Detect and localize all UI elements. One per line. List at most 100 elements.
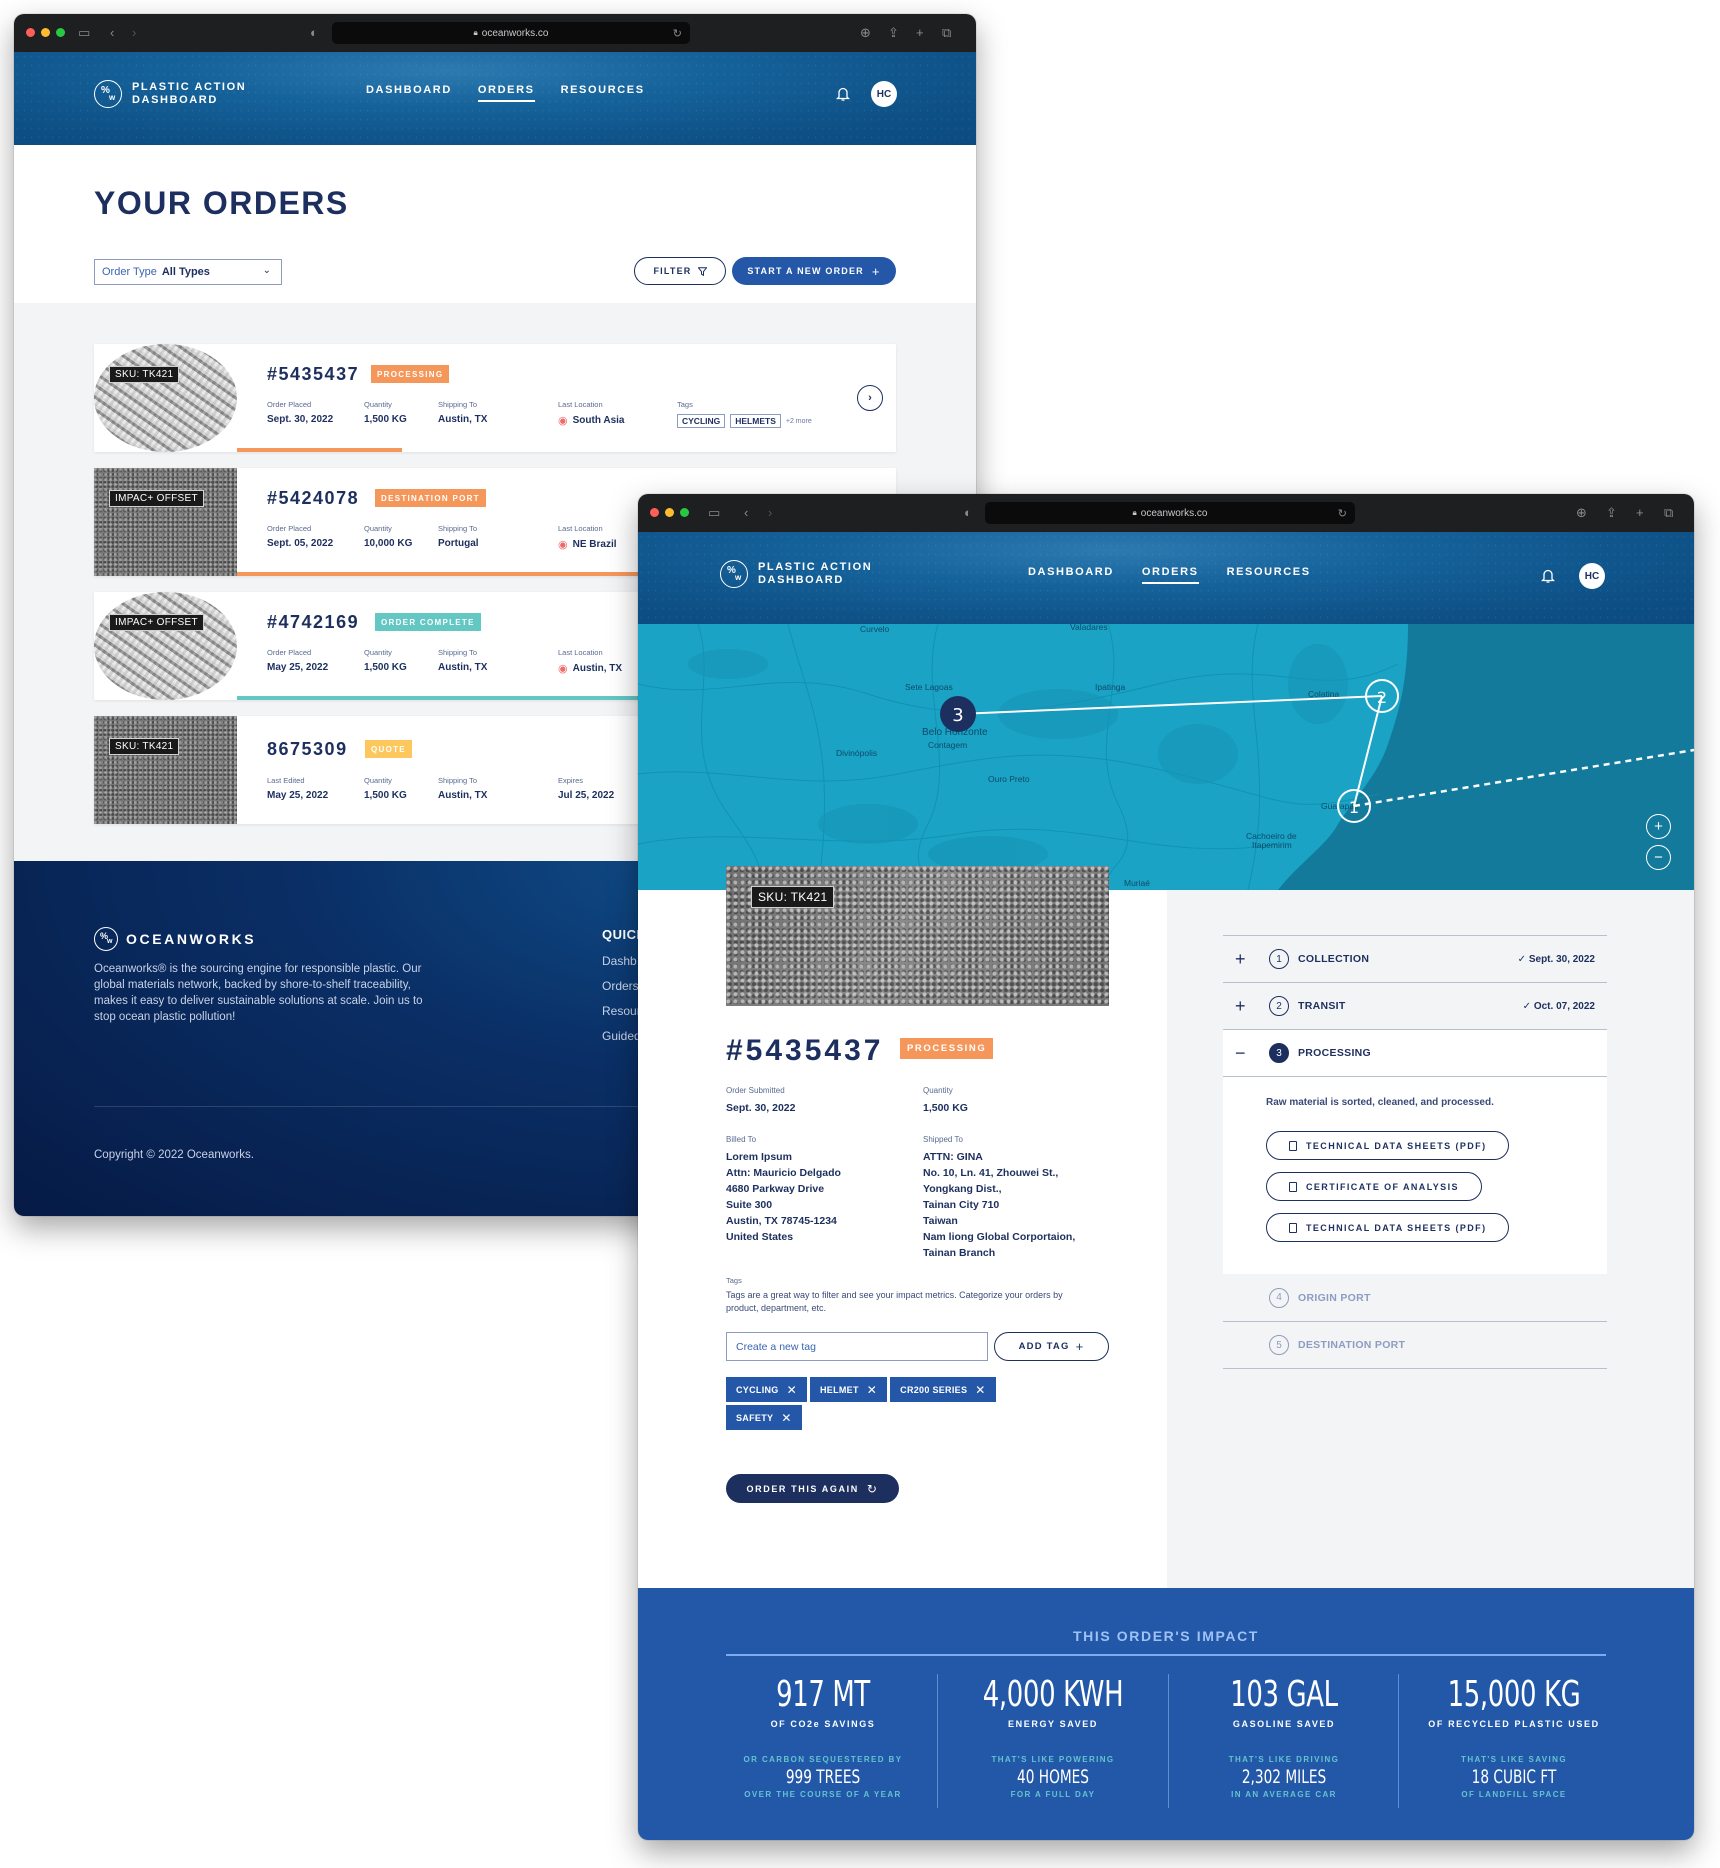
filter-button[interactable]: FILTER bbox=[634, 257, 726, 285]
maximize-window-button[interactable] bbox=[680, 508, 689, 517]
tabs-overview-icon[interactable]: ⧉ bbox=[1664, 504, 1673, 522]
add-tag-button[interactable]: ADD TAG + bbox=[994, 1332, 1109, 1361]
place-curvelo: Curvelo bbox=[860, 624, 890, 634]
tabs-overview-icon[interactable]: ⧉ bbox=[942, 24, 951, 42]
order-placed-field: Order Placed Sept. 05, 2022 bbox=[267, 524, 334, 549]
address-bar[interactable]: 🔒︎ oceanworks.co ↻ bbox=[332, 22, 690, 44]
start-new-order-button[interactable]: START A NEW ORDER + bbox=[732, 257, 896, 285]
more-tags-link[interactable]: +2 more bbox=[786, 418, 812, 425]
bell-icon[interactable] bbox=[1541, 568, 1555, 584]
remove-tag-icon[interactable]: ✕ bbox=[787, 1383, 797, 1397]
order-number[interactable]: #4742169 bbox=[267, 612, 359, 633]
back-icon[interactable]: ‹ bbox=[744, 504, 748, 522]
tag-chip: HELMET ✕ bbox=[809, 1377, 888, 1402]
avatar[interactable]: HC bbox=[871, 81, 897, 107]
expand-icon[interactable]: + bbox=[1235, 949, 1246, 970]
maximize-window-button[interactable] bbox=[56, 28, 65, 37]
last-location-field: Last Location ◉ South Asia bbox=[558, 400, 625, 427]
nav-dashboard[interactable]: DASHBOARD bbox=[1028, 566, 1114, 584]
last-location-field: Last Location ◉ Austin, TX bbox=[558, 648, 623, 675]
address-bar[interactable]: 🔒︎ oceanworks.co ↻ bbox=[985, 502, 1355, 524]
map-zoom-out-button[interactable]: − bbox=[1646, 845, 1671, 870]
shipment-route-map[interactable]: Curvelo Valadares Sete Lagoas Ipatinga C… bbox=[638, 624, 1694, 890]
new-tab-icon[interactable]: + bbox=[1636, 504, 1644, 522]
nav-resources[interactable]: RESOURCES bbox=[561, 84, 645, 102]
order-again-button[interactable]: ORDER THIS AGAIN ↻ bbox=[726, 1474, 899, 1503]
tag[interactable]: CYCLING bbox=[677, 414, 726, 428]
sidebar-toggle-icon[interactable]: ▭ bbox=[78, 24, 90, 42]
last-location-field: Last Location ◉ NE Brazil bbox=[558, 524, 617, 551]
impact-metric-plastic: 15,000 KG OF RECYCLED PLASTIC USED THAT'… bbox=[1428, 1674, 1600, 1799]
nav-orders[interactable]: ORDERS bbox=[477, 84, 535, 102]
reload-icon[interactable]: ↻ bbox=[1338, 507, 1347, 520]
site-header: % w PLASTIC ACTION DASHBOARD DASHBOARD OR… bbox=[14, 52, 976, 145]
status-badge: ORDER COMPLETE bbox=[375, 613, 481, 631]
order-impact-section: THIS ORDER'S IMPACT 917 MT OF CO2e SAVIN… bbox=[638, 1588, 1694, 1840]
remove-tag-icon[interactable]: ✕ bbox=[867, 1383, 877, 1397]
status-badge: PROCESSING bbox=[371, 365, 450, 383]
logo-mark-icon: % w bbox=[720, 560, 748, 588]
forward-icon[interactable]: › bbox=[768, 504, 772, 522]
download-icon[interactable]: ⊕ bbox=[860, 24, 871, 42]
order-number[interactable]: #5424078 bbox=[267, 488, 359, 509]
close-window-button[interactable] bbox=[650, 508, 659, 517]
bell-icon[interactable] bbox=[836, 86, 850, 102]
timeline-end-rule bbox=[1223, 1368, 1607, 1369]
download-icon[interactable]: ⊕ bbox=[1576, 504, 1587, 522]
nav-dashboard[interactable]: DASHBOARD bbox=[366, 84, 452, 102]
tag-chip: CR200 SERIES ✕ bbox=[890, 1377, 996, 1402]
timeline-step-transit[interactable]: + 2 TRANSIT ✓ Oct. 07, 2022 bbox=[1223, 982, 1607, 1029]
remove-tag-icon[interactable]: ✕ bbox=[975, 1383, 985, 1397]
logo[interactable]: % w PLASTIC ACTION DASHBOARD bbox=[94, 80, 246, 108]
check-icon: ✓ bbox=[1522, 1000, 1534, 1012]
reorder-icon: ↻ bbox=[866, 1481, 879, 1496]
expand-icon[interactable]: + bbox=[1235, 996, 1246, 1017]
avatar[interactable]: HC bbox=[1579, 563, 1605, 589]
share-icon[interactable]: ⇪ bbox=[1606, 504, 1617, 522]
privacy-shield-icon[interactable]: ◐ bbox=[310, 24, 318, 42]
filter-button-label: FILTER bbox=[653, 266, 692, 276]
remove-tag-icon[interactable]: ✕ bbox=[781, 1411, 791, 1425]
back-icon[interactable]: ‹ bbox=[110, 24, 114, 42]
forward-icon[interactable]: › bbox=[132, 24, 136, 42]
tag-list: CYCLING ✕ HELMET ✕ CR200 SERIES ✕ SAFETY ✕ bbox=[726, 1377, 1026, 1430]
tag[interactable]: HELMETS bbox=[730, 414, 781, 428]
status-badge: PROCESSING bbox=[900, 1038, 994, 1059]
step-name: COLLECTION bbox=[1298, 953, 1370, 965]
order-thumbnail: SKU: TK421 bbox=[94, 716, 237, 824]
certificate-of-analysis-button[interactable]: CERTIFICATE OF ANALYSIS bbox=[1266, 1172, 1482, 1201]
open-order-chevron-icon[interactable]: › bbox=[857, 385, 883, 411]
nav-resources[interactable]: RESOURCES bbox=[1227, 566, 1311, 584]
logo[interactable]: % w PLASTIC ACTION DASHBOARD bbox=[720, 560, 872, 588]
sidebar-toggle-icon[interactable]: ▭ bbox=[708, 504, 720, 522]
new-tab-icon[interactable]: + bbox=[916, 24, 924, 42]
technical-data-sheets-button[interactable]: TECHNICAL DATA SHEETS (PDF) bbox=[1266, 1131, 1510, 1160]
minimize-window-button[interactable] bbox=[41, 28, 50, 37]
timeline-step-origin-port: 4 ORIGIN PORT bbox=[1223, 1274, 1607, 1321]
minimize-window-button[interactable] bbox=[665, 508, 674, 517]
quantity-field: Quantity 1,500 KG bbox=[923, 1086, 968, 1114]
nav-orders[interactable]: ORDERS bbox=[1141, 566, 1199, 584]
new-tag-input[interactable] bbox=[726, 1332, 988, 1361]
footer-logo[interactable]: % w OCEANWORKS bbox=[94, 927, 256, 951]
close-window-button[interactable] bbox=[26, 28, 35, 37]
order-card[interactable]: SKU: TK421 #5435437 PROCESSING Order Pla… bbox=[94, 344, 896, 452]
order-number[interactable]: 8675309 bbox=[267, 739, 348, 760]
copyright: Copyright © 2022 Oceanworks. bbox=[94, 1149, 254, 1161]
reload-icon[interactable]: ↻ bbox=[673, 27, 682, 40]
timeline-step-processing[interactable]: − 3 PROCESSING bbox=[1223, 1029, 1607, 1076]
shipping-to-field: Shipping To Austin, TX bbox=[438, 648, 488, 673]
map-zoom-in-button[interactable]: + bbox=[1646, 814, 1671, 839]
timeline-step-collection[interactable]: + 1 COLLECTION ✓ Sept. 30, 2022 bbox=[1223, 935, 1607, 982]
collapse-icon[interactable]: − bbox=[1235, 1043, 1246, 1064]
share-icon[interactable]: ⇪ bbox=[888, 24, 899, 42]
order-type-select[interactable]: Order Type All Types ⌄ bbox=[94, 259, 282, 285]
technical-data-sheets-button[interactable]: TECHNICAL DATA SHEETS (PDF) bbox=[1266, 1213, 1510, 1242]
tag-chip: CYCLING ✕ bbox=[726, 1377, 807, 1402]
tags-help-text: Tags are a great way to filter and see y… bbox=[726, 1290, 1063, 1313]
logo-mark-icon: % w bbox=[94, 80, 122, 108]
privacy-shield-icon[interactable]: ◐ bbox=[964, 504, 972, 522]
sku-label: SKU: TK421 bbox=[751, 886, 835, 908]
place-ipatinga: Ipatinga bbox=[1095, 682, 1126, 692]
order-number[interactable]: #5435437 bbox=[267, 364, 359, 385]
